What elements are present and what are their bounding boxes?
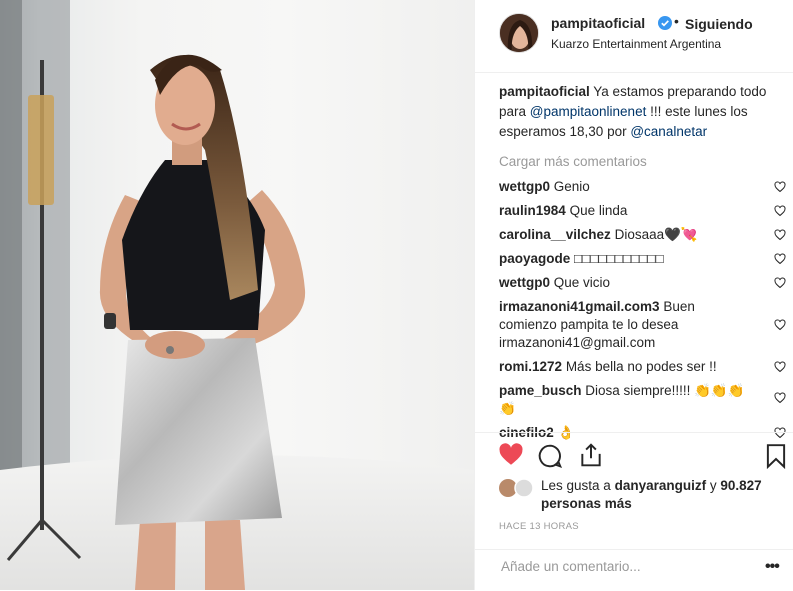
post-photo[interactable]: [0, 0, 474, 590]
comment-text: Que linda: [569, 203, 628, 218]
comment-username[interactable]: pame_busch: [499, 383, 582, 398]
comment-text: Diosaaa🖤💘: [614, 227, 698, 242]
comment-username[interactable]: wettgp0: [499, 275, 550, 290]
comment-like-icon[interactable]: [774, 277, 786, 289]
comment-username[interactable]: carolina__vilchez: [499, 227, 611, 242]
comment-text: □□□□□□□□□□□: [574, 251, 664, 266]
add-comment-bar: •••: [475, 549, 793, 591]
comment-item: pame_busch Diosa siempre!!!!! 👏👏👏👏: [499, 382, 786, 418]
comment-text: Genio: [553, 179, 590, 194]
comment-item: irmazanoni41gmail.com3 Buen comienzo pam…: [499, 298, 786, 352]
comment-item: paoyagode □□□□□□□□□□□: [499, 250, 786, 268]
liker-avatars[interactable]: [499, 479, 533, 497]
comment-like-icon[interactable]: [774, 392, 786, 404]
likes-connector: y: [709, 478, 717, 493]
post-details-panel: pampitaoficial • Siguiendo Kuarzo Entert…: [474, 0, 793, 590]
more-options-icon[interactable]: •••: [765, 558, 780, 576]
likes-username[interactable]: danyaranguizf: [615, 478, 707, 493]
comment-item: wettgp0 Que vicio: [499, 274, 786, 292]
comment-item: carolina__vilchez Diosaaa🖤💘: [499, 226, 786, 244]
comment-username[interactable]: wettgp0: [499, 179, 550, 194]
header-username[interactable]: pampitaoficial: [551, 15, 645, 31]
profile-avatar[interactable]: [499, 13, 539, 53]
separator-dot: •: [674, 13, 679, 29]
post-location[interactable]: Kuarzo Entertainment Argentina: [551, 37, 721, 51]
likes-prefix: Les gusta a: [541, 478, 611, 493]
follow-status-button[interactable]: Siguiendo: [685, 16, 753, 32]
likes-text: Les gusta a danyaranguizf y 90.827 perso…: [541, 477, 781, 513]
post-header: pampitaoficial • Siguiendo Kuarzo Entert…: [475, 0, 793, 73]
comment-like-icon[interactable]: [774, 319, 786, 331]
share-icon[interactable]: [578, 442, 604, 468]
comment-text: Más bella no podes ser !!: [565, 359, 717, 374]
comment-item: wettgp0 Genio: [499, 178, 786, 196]
post-actions-divider: [475, 432, 793, 434]
post-photo-illustration: [0, 0, 474, 590]
comment-bubble-icon[interactable]: [537, 443, 563, 469]
comment-username[interactable]: paoyagode: [499, 251, 570, 266]
comment-like-icon[interactable]: [774, 205, 786, 217]
comment-username[interactable]: romi.1272: [499, 359, 562, 374]
comment-text: Que vicio: [553, 275, 611, 290]
comment-like-icon[interactable]: [774, 253, 786, 265]
comments-section: pampitaoficial Ya estamos preparando tod…: [499, 82, 786, 442]
comment-username[interactable]: raulin1984: [499, 203, 566, 218]
post-timestamp[interactable]: HACE 13 HORAS: [499, 521, 579, 532]
add-comment-input[interactable]: [499, 558, 743, 575]
comment-username[interactable]: irmazanoni41gmail.com3: [499, 299, 660, 314]
post-caption: pampitaoficial Ya estamos preparando tod…: [499, 82, 774, 142]
load-more-comments-button[interactable]: Cargar más comentarios: [499, 154, 774, 169]
verified-badge-icon: [658, 16, 672, 30]
caption-mention-1[interactable]: @pampitaonlinenet: [530, 104, 647, 119]
caption-mention-2[interactable]: @canalnetar: [630, 124, 707, 139]
heart-filled-icon[interactable]: [498, 442, 524, 468]
comment-like-icon[interactable]: [774, 181, 786, 193]
comment-like-icon[interactable]: [774, 229, 786, 241]
comment-item: raulin1984 Que linda: [499, 202, 786, 220]
caption-username[interactable]: pampitaoficial: [499, 84, 590, 99]
bookmark-icon[interactable]: [763, 443, 789, 469]
comment-like-icon[interactable]: [774, 361, 786, 373]
comment-item: romi.1272 Más bella no podes ser !!: [499, 358, 786, 376]
